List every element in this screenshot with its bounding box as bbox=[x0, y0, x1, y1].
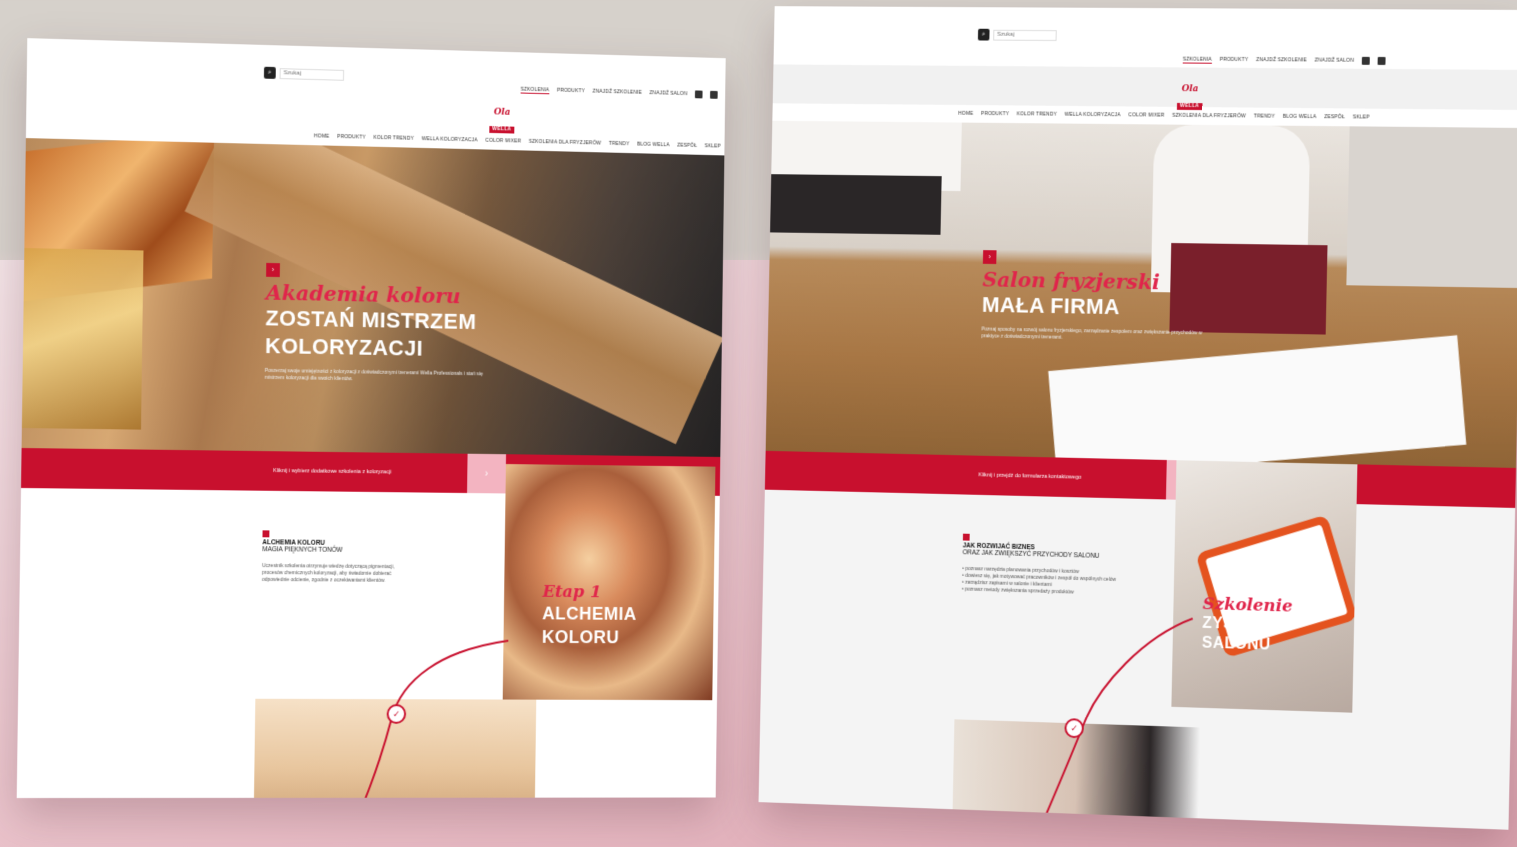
nav-item-szkolenia[interactable]: Szkolenia dla fryzjerów bbox=[529, 139, 601, 147]
utility-link[interactable]: Znajdź Szkolenie bbox=[593, 89, 642, 96]
search-input[interactable] bbox=[279, 67, 345, 81]
step-check-icon[interactable]: ✓ bbox=[386, 704, 407, 724]
cta-ribbon-text: Kliknij i przejdź do formularza kontakto… bbox=[978, 472, 1082, 481]
hero-image-foil bbox=[21, 248, 144, 430]
utility-nav: Szkolenia Produkty Znajdź Szkolenie Znaj… bbox=[1182, 56, 1386, 65]
hero-body-text: Poznaj sposoby na rozwój salonu fryzjers… bbox=[981, 326, 1203, 341]
utility-link[interactable]: Znajdź Salon bbox=[1315, 58, 1354, 64]
logo-script: Ola bbox=[1181, 84, 1199, 95]
search-bar: ⌕ bbox=[977, 28, 1057, 41]
facebook-icon[interactable] bbox=[1361, 56, 1370, 65]
instagram-icon[interactable] bbox=[1377, 56, 1386, 65]
nav-item-produkty[interactable]: Produkty bbox=[337, 134, 366, 141]
nav-item-trendy[interactable]: Trendy bbox=[609, 141, 630, 147]
feature-title-line: SALONU bbox=[1201, 634, 1271, 654]
hero-title-line: KOLORYZACJI bbox=[264, 333, 424, 361]
hero-title-line: MAŁA FIRMA bbox=[981, 292, 1121, 320]
wella-logo[interactable]: Ola WELLA bbox=[486, 107, 517, 135]
feature-text: Szkolenie ZYSK SALONU bbox=[1202, 594, 1293, 656]
feature-title-line: ALCHEMIA bbox=[542, 603, 637, 624]
hero-banner: › Akademia koloru ZOSTAŃ MISTRZEM KOLORY… bbox=[21, 138, 725, 457]
hero-image-papers bbox=[1048, 335, 1467, 468]
hero-banner: › Salon fryzjerski MAŁA FIRMA Poznaj spo… bbox=[765, 120, 1517, 468]
nav-item-home[interactable]: Home bbox=[314, 133, 329, 139]
feature-tile[interactable]: Etap 1 ALCHEMIA KOLORU bbox=[502, 464, 716, 701]
left-webpage-mockup: ⌕ Szkolenia Produkty Znajdź Szkolenie Zn… bbox=[16, 38, 726, 799]
facebook-icon[interactable] bbox=[694, 90, 703, 99]
nav-item-zespol[interactable]: Zespół bbox=[1324, 114, 1345, 120]
nav-item-home[interactable]: Home bbox=[958, 111, 973, 117]
nav-item-kolor-trendy[interactable]: Kolor Trendy bbox=[1017, 111, 1057, 117]
content-section: JAK ROZWIJAĆ BIZNES ORAZ JAK ZWIĘKSZYĆ P… bbox=[758, 460, 1516, 830]
top-bar: ⌕ Szkolenia Produkty Znajdź Szkolenie Zn… bbox=[773, 6, 1517, 70]
utility-nav: Szkolenia Produkty Znajdź Szkolenie Znaj… bbox=[520, 86, 718, 99]
search-bar: ⌕ bbox=[263, 66, 345, 81]
logo-script: Ola bbox=[493, 107, 511, 118]
utility-link[interactable]: Produkty bbox=[557, 88, 585, 95]
nav-item-color-mixer[interactable]: Color Mixer bbox=[485, 138, 521, 145]
utility-link[interactable]: Znajdź Szkolenie bbox=[1256, 57, 1307, 63]
top-bar: ⌕ Szkolenia Produkty Znajdź Szkolenie Zn… bbox=[26, 38, 726, 117]
nav-item-trendy[interactable]: Trendy bbox=[1254, 114, 1275, 120]
nav-item-blog[interactable]: Blog Wella bbox=[1283, 114, 1317, 120]
search-icon[interactable]: ⌕ bbox=[977, 28, 990, 41]
utility-link[interactable]: Szkolenia bbox=[520, 86, 550, 94]
hero-marker-icon: › bbox=[982, 250, 997, 265]
nav-item-zespol[interactable]: Zespół bbox=[677, 143, 697, 149]
hero-body-text: Poszerzaj swoje umiejętności z koloryzac… bbox=[264, 367, 483, 383]
search-input[interactable] bbox=[993, 29, 1057, 41]
feature-script-title: Etap 1 bbox=[542, 582, 602, 603]
hero-marker-icon: › bbox=[266, 262, 280, 278]
nav-item-color-mixer[interactable]: Color Mixer bbox=[1128, 112, 1164, 118]
nav-item-wella-koloryzacja[interactable]: Wella Koloryzacja bbox=[1065, 112, 1121, 118]
block-body-text: Uczestnik szkolenia otrzymuje wiedzę dot… bbox=[261, 563, 395, 584]
block-subheading: MAGIA PIĘKNYCH TONÓW bbox=[262, 546, 343, 554]
text-block: ALCHEMIA KOLORU MAGIA PIĘKNYCH TONÓW Ucz… bbox=[262, 530, 457, 585]
block-marker-icon bbox=[962, 533, 970, 541]
nav-item-kolor-trendy[interactable]: Kolor Trendy bbox=[373, 135, 414, 142]
text-block: JAK ROZWIJAĆ BIZNES ORAZ JAK ZWIĘKSZYĆ P… bbox=[962, 533, 1156, 599]
nav-item-szkolenia[interactable]: Szkolenia dla fryzjerów bbox=[1172, 113, 1246, 120]
hero-text: › Akademia koloru ZOSTAŃ MISTRZEM KOLORY… bbox=[264, 262, 557, 386]
search-icon[interactable]: ⌕ bbox=[263, 66, 276, 79]
feature-tile[interactable]: Szkolenie ZYSK SALONU bbox=[1171, 460, 1358, 713]
ribbon-arrow-icon[interactable]: › bbox=[467, 453, 507, 494]
feature-title-line: ZYSK bbox=[1202, 614, 1247, 634]
nav-item-blog[interactable]: Blog Wella bbox=[637, 142, 670, 149]
nav-item-sklep[interactable]: Sklep bbox=[704, 143, 720, 149]
logo-word: WELLA bbox=[1177, 102, 1203, 111]
utility-link[interactable]: Produkty bbox=[1220, 57, 1249, 63]
instagram-icon[interactable] bbox=[710, 90, 718, 99]
wella-logo[interactable]: Ola WELLA bbox=[1174, 84, 1206, 112]
feature-title-line: KOLORU bbox=[541, 627, 620, 648]
feature-script-title: Szkolenie bbox=[1202, 594, 1293, 617]
cta-ribbon-text: Kliknij i wybierz dodatkowe szkolenia z … bbox=[273, 468, 392, 476]
hero-image-person bbox=[1346, 126, 1517, 289]
nav-item-sklep[interactable]: Sklep bbox=[1353, 114, 1370, 120]
hero-image-trousers bbox=[770, 174, 942, 235]
logo-word: WELLA bbox=[489, 126, 515, 134]
feature-text: Etap 1 ALCHEMIA KOLORU bbox=[542, 582, 637, 649]
right-webpage-mockup: ⌕ Szkolenia Produkty Znajdź Szkolenie Zn… bbox=[758, 6, 1517, 830]
nav-item-wella-koloryzacja[interactable]: Wella Koloryzacja bbox=[422, 136, 478, 143]
hero-text: › Salon fryzjerski MAŁA FIRMA Poznaj spo… bbox=[981, 250, 1273, 345]
nav-item-produkty[interactable]: Produkty bbox=[981, 111, 1009, 117]
content-section: ALCHEMIA KOLORU MAGIA PIĘKNYCH TONÓW Ucz… bbox=[16, 464, 720, 799]
utility-link[interactable]: Szkolenia bbox=[1182, 56, 1212, 64]
utility-link[interactable]: Znajdź Salon bbox=[650, 90, 688, 97]
block-marker-icon bbox=[262, 530, 270, 538]
